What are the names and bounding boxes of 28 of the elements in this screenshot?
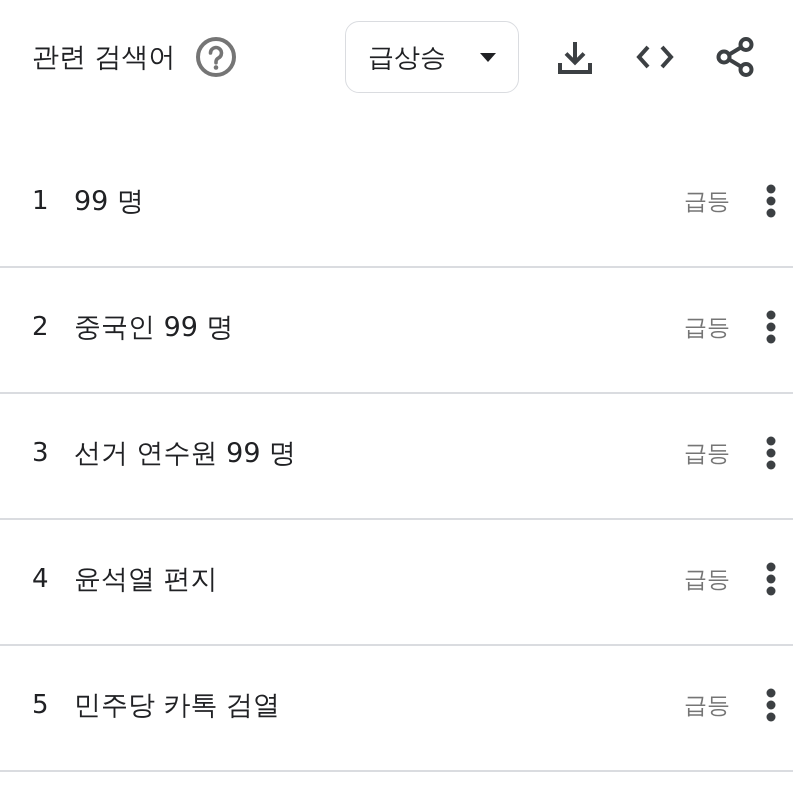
query-link[interactable]: 민주당 카톡 검열: [74, 687, 684, 723]
download-icon: [558, 40, 592, 74]
code-icon: [636, 45, 674, 69]
more-vert-icon: [766, 562, 776, 596]
rank-number: 5: [32, 690, 50, 720]
help-icon[interactable]: [196, 37, 236, 77]
trend-label: 급등: [684, 314, 730, 342]
trend-label: 급등: [684, 440, 730, 468]
query-link[interactable]: 중국인 99 명: [74, 309, 684, 345]
rank-number: 4: [32, 564, 50, 594]
rank-number: 1: [32, 186, 50, 216]
trend-label: 급등: [684, 188, 730, 216]
rank-number: 3: [32, 438, 50, 468]
more-vert-icon: [766, 184, 776, 218]
more-vert-icon: [766, 688, 776, 722]
share-button[interactable]: [715, 37, 755, 77]
more-vert-icon: [766, 436, 776, 470]
query-link[interactable]: 99 명: [74, 183, 684, 219]
dropdown-select[interactable]: 급상승: [345, 21, 519, 93]
query-link[interactable]: 선거 연수원 99 명: [74, 435, 684, 471]
query-link[interactable]: 윤석열 편지: [74, 561, 684, 597]
more-vert-icon: [766, 310, 776, 344]
trend-label: 급등: [684, 566, 730, 594]
share-icon: [716, 37, 754, 77]
caret-icon: [480, 52, 496, 62]
section-title: 관련 검색어: [32, 41, 176, 75]
trend-label: 급등: [684, 692, 730, 720]
rank-number: 2: [32, 312, 50, 342]
